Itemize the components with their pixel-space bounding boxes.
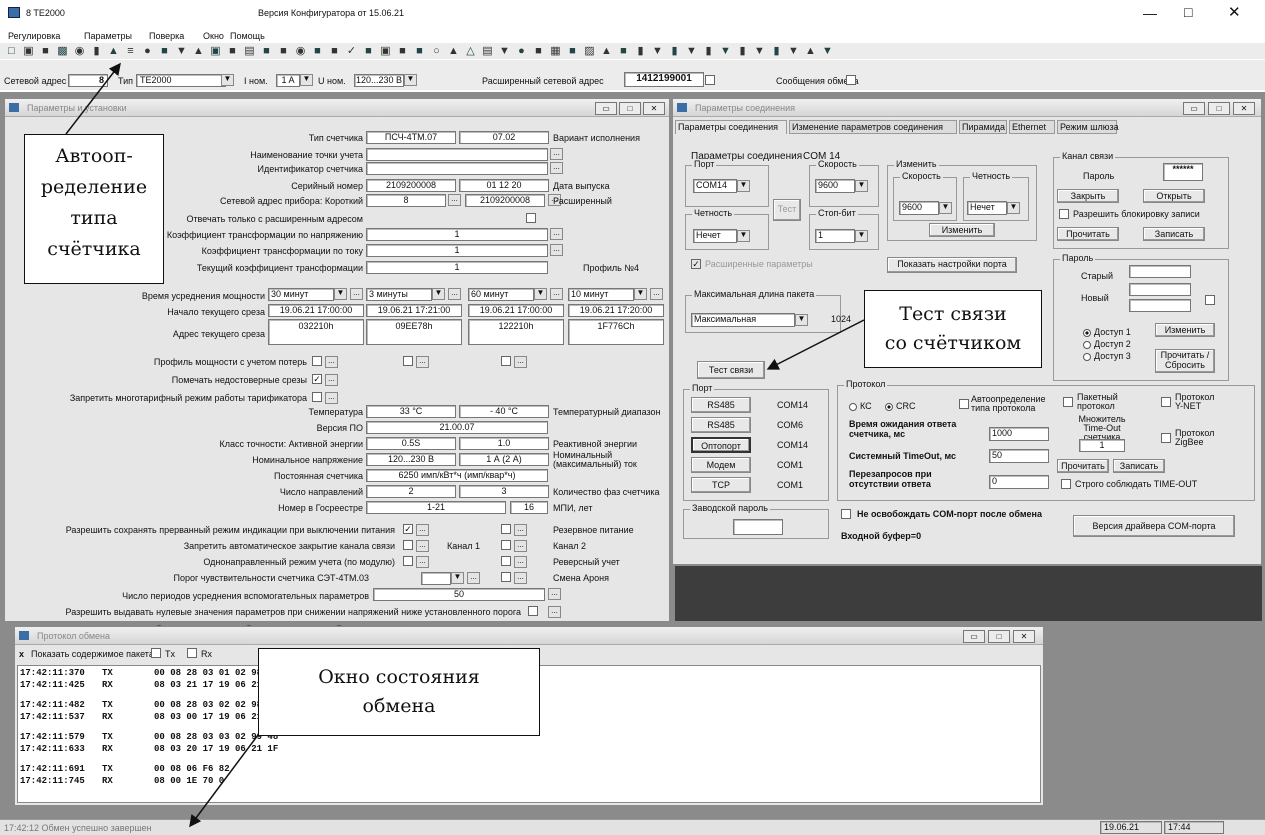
arrow-test: [766, 319, 865, 370]
callout-line: со счётчиком: [884, 332, 1022, 354]
callout-line: Автооп-: [55, 145, 133, 167]
callout-line: Окно состояния: [318, 666, 480, 688]
callout-line: Тест связи: [899, 303, 1007, 325]
callout-exchange-state: Окно состояния обмена: [258, 648, 540, 736]
arrow-auto: [65, 62, 121, 135]
callout-line: типа: [70, 207, 118, 229]
callout-line: счётчика: [47, 238, 141, 260]
callout-arrows: [65, 62, 865, 828]
callout-line: ределение: [40, 176, 148, 198]
callout-link-test: Тест связи со счётчиком: [864, 290, 1042, 368]
callout-line: обмена: [362, 695, 436, 717]
arrow-state: [189, 734, 259, 828]
callout-auto-detect: Автооп- ределение типа счётчика: [24, 134, 164, 284]
